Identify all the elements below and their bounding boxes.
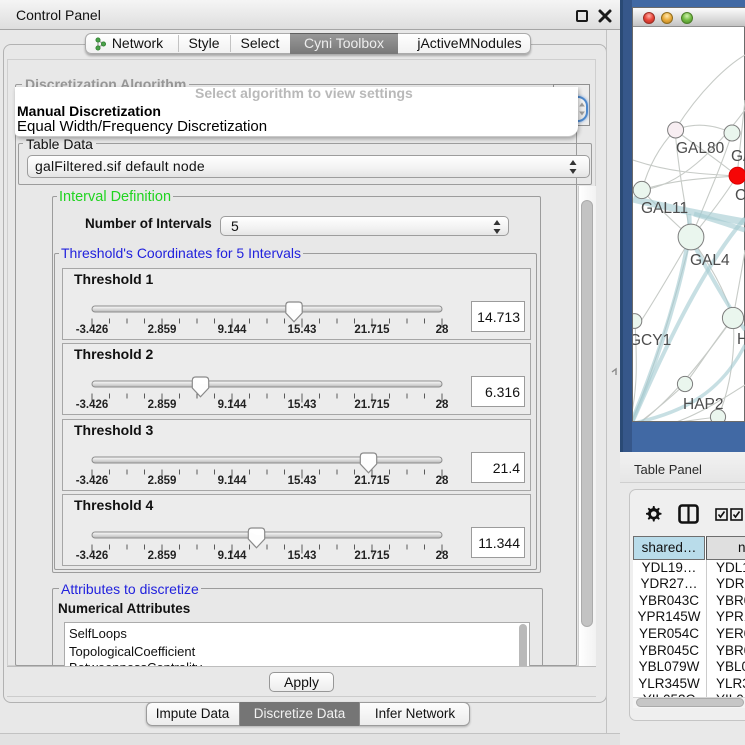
svg-text:HAP2: HAP2 (683, 396, 724, 413)
svg-text:GAL4: GAL4 (690, 252, 730, 269)
svg-text:C: C (735, 187, 745, 204)
svg-text:GA: GA (731, 148, 745, 165)
svg-text:GAL80: GAL80 (676, 140, 725, 157)
svg-text:H: H (737, 331, 745, 348)
svg-text:GCY1: GCY1 (633, 332, 671, 349)
svg-text:GAL11: GAL11 (641, 200, 688, 217)
